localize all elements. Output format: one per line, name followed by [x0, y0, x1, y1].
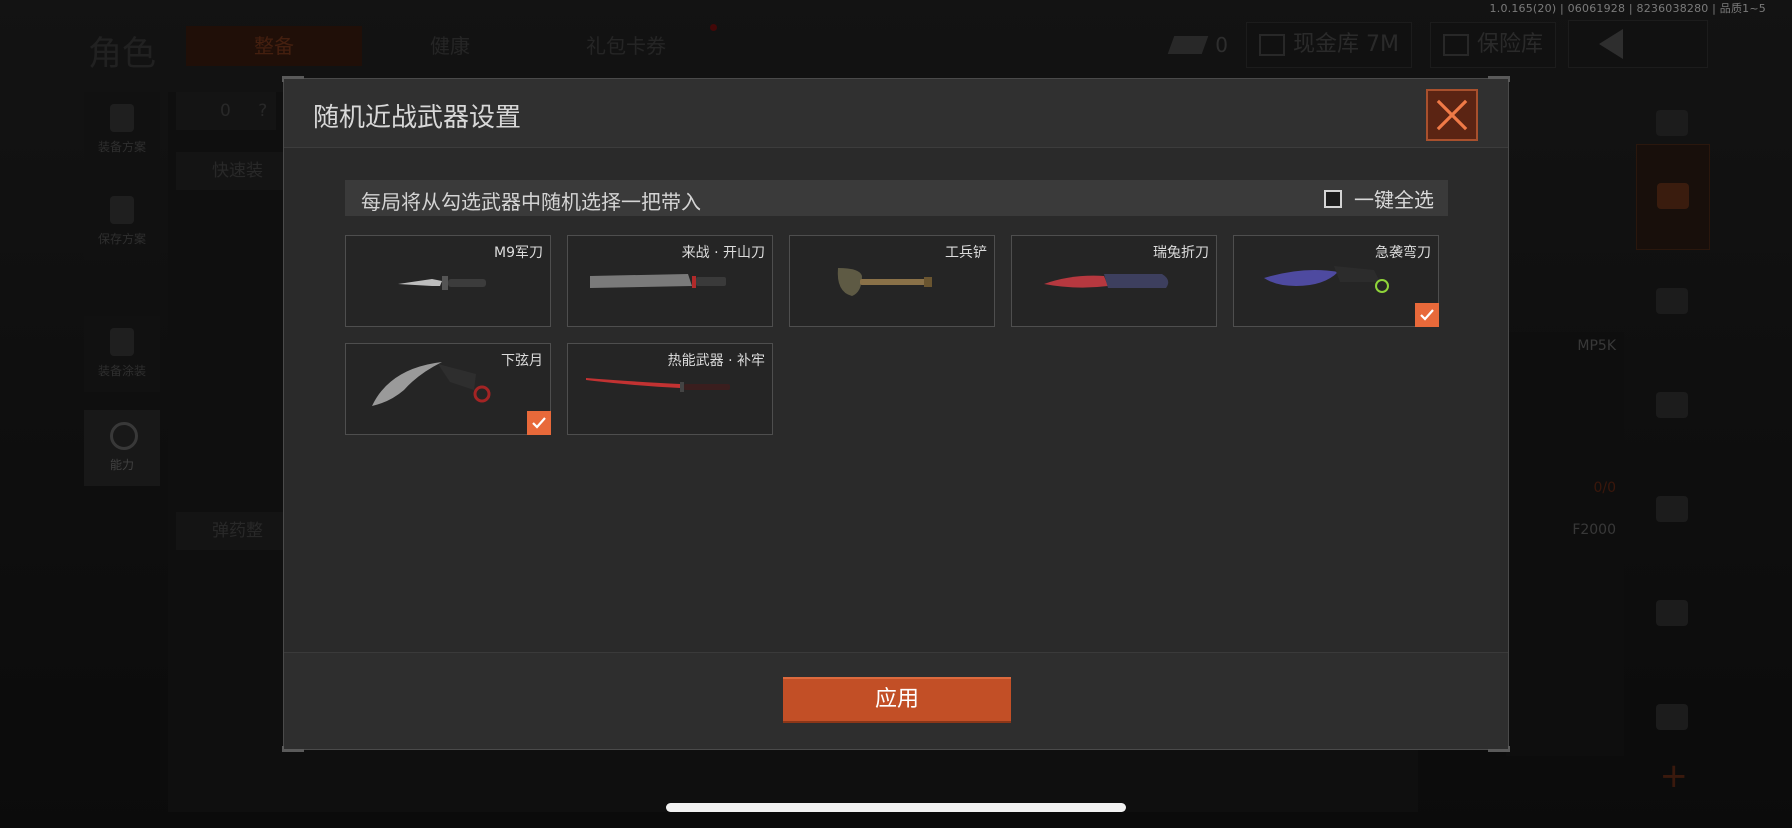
weapon-item-folding-knife[interactable]: 瑞兔折刀: [1011, 235, 1217, 327]
weapon-checkbox-checked[interactable]: [527, 411, 551, 435]
apply-button[interactable]: 应用: [783, 677, 1011, 723]
checkmark-icon: [1420, 309, 1434, 321]
dialog-footer: 应用: [284, 652, 1508, 749]
weapon-item-curved-blade[interactable]: 急袭弯刀: [1233, 235, 1439, 327]
select-all-checkbox[interactable]: [1324, 189, 1342, 208]
info-bar: 每局将从勾选武器中随机选择一把带入 一键全选: [345, 180, 1448, 216]
info-text: 每局将从勾选武器中随机选择一把带入: [361, 190, 701, 214]
weapon-checkbox-checked[interactable]: [1415, 303, 1439, 327]
weapon-item-thermal-sword[interactable]: 热能武器 · 补牢: [567, 343, 773, 435]
weapon-name: 下弦月: [501, 353, 543, 369]
select-all-label: 一键全选: [1354, 188, 1434, 212]
weapon-item-machete[interactable]: 来战 · 开山刀: [567, 235, 773, 327]
weapon-name: 工兵铲: [945, 245, 987, 261]
weapon-name: 急袭弯刀: [1375, 245, 1431, 261]
random-melee-dialog: 随机近战武器设置 每局将从勾选武器中随机选择一把带入 一键全选 M9军刀 来战 …: [282, 76, 1510, 752]
weapon-item-shovel[interactable]: 工兵铲: [789, 235, 995, 327]
checkmark-icon: [532, 417, 546, 429]
weapon-name: 来战 · 开山刀: [681, 245, 765, 261]
dialog-title: 随机近战武器设置: [313, 103, 522, 133]
home-indicator[interactable]: [666, 803, 1126, 812]
dialog-header: 随机近战武器设置: [284, 79, 1508, 148]
weapon-item-m9[interactable]: M9军刀: [345, 235, 551, 327]
weapon-item-karambit[interactable]: 下弦月: [345, 343, 551, 435]
weapon-name: 热能武器 · 补牢: [667, 353, 765, 369]
close-icon: [1436, 99, 1468, 131]
close-button[interactable]: [1426, 89, 1478, 141]
weapon-name: M9军刀: [494, 245, 543, 261]
select-all-toggle[interactable]: 一键全选: [1324, 184, 1434, 213]
weapon-name: 瑞兔折刀: [1153, 245, 1209, 261]
